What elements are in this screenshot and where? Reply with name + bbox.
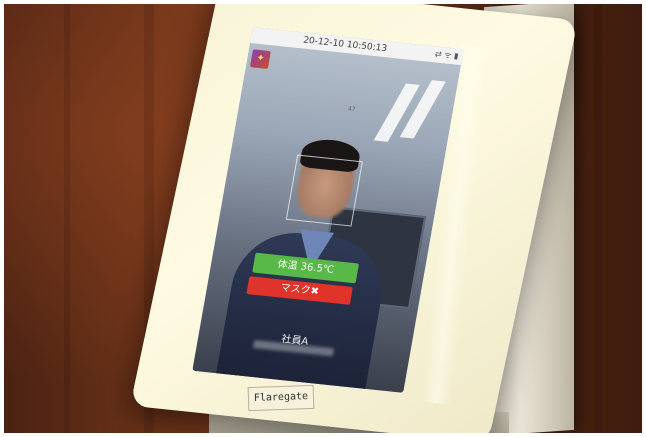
ceiling-label: 47 bbox=[347, 105, 357, 114]
status-icons: ⇄ ᯤ ▮ bbox=[434, 49, 460, 61]
wall-stripe bbox=[64, 4, 70, 433]
photo: 20-12-10 10:50:13 ⇄ ᯤ ▮ ✦ 47 体温 36.5℃ マス… bbox=[4, 4, 642, 433]
app-logo-icon: ✦ bbox=[249, 49, 271, 69]
face-detection-box bbox=[285, 154, 363, 227]
person-body bbox=[214, 227, 392, 393]
brand-plate: Flaregate bbox=[247, 384, 315, 412]
wall-stripe bbox=[594, 4, 602, 433]
